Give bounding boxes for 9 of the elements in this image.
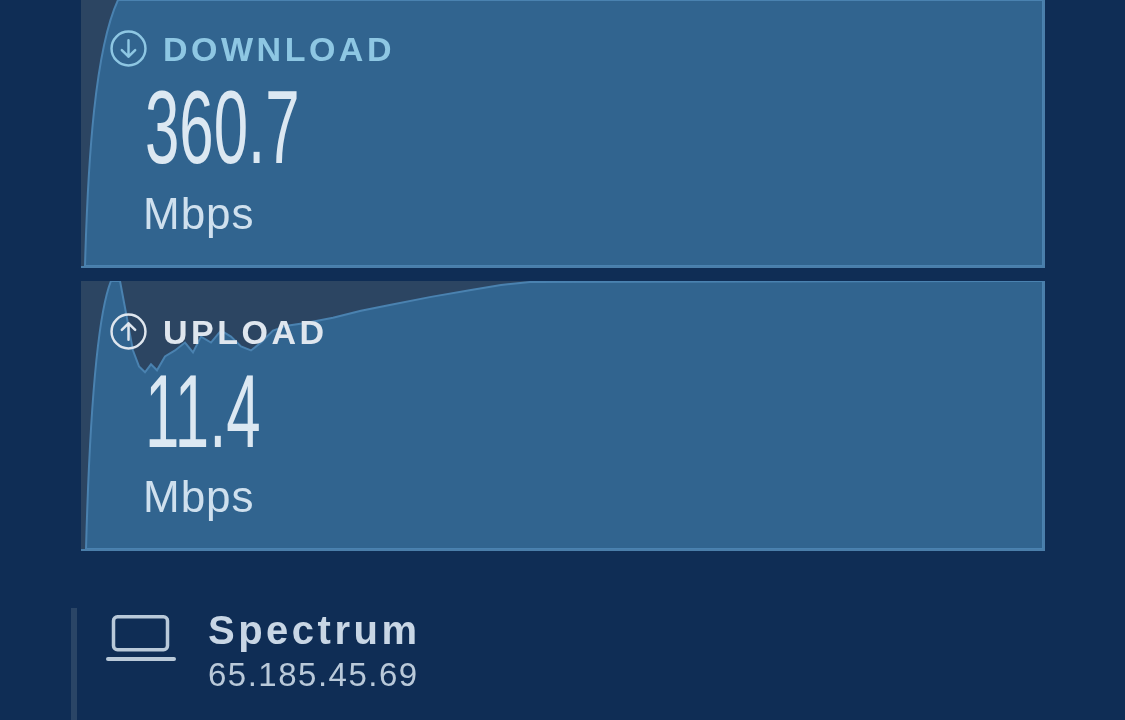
- speed-label: DOWNLOAD: [163, 31, 395, 66]
- speed-value: 11.4: [145, 360, 261, 463]
- ip-address: 65.185.45.69: [208, 658, 419, 691]
- provider-name: Spectrum: [208, 610, 421, 650]
- speed-value: 360.7: [145, 76, 300, 179]
- speed-unit: Mbps: [143, 472, 255, 521]
- speed-unit: Mbps: [143, 189, 255, 238]
- speed-label: UPLOAD: [163, 314, 328, 349]
- laptop-icon: [106, 615, 176, 662]
